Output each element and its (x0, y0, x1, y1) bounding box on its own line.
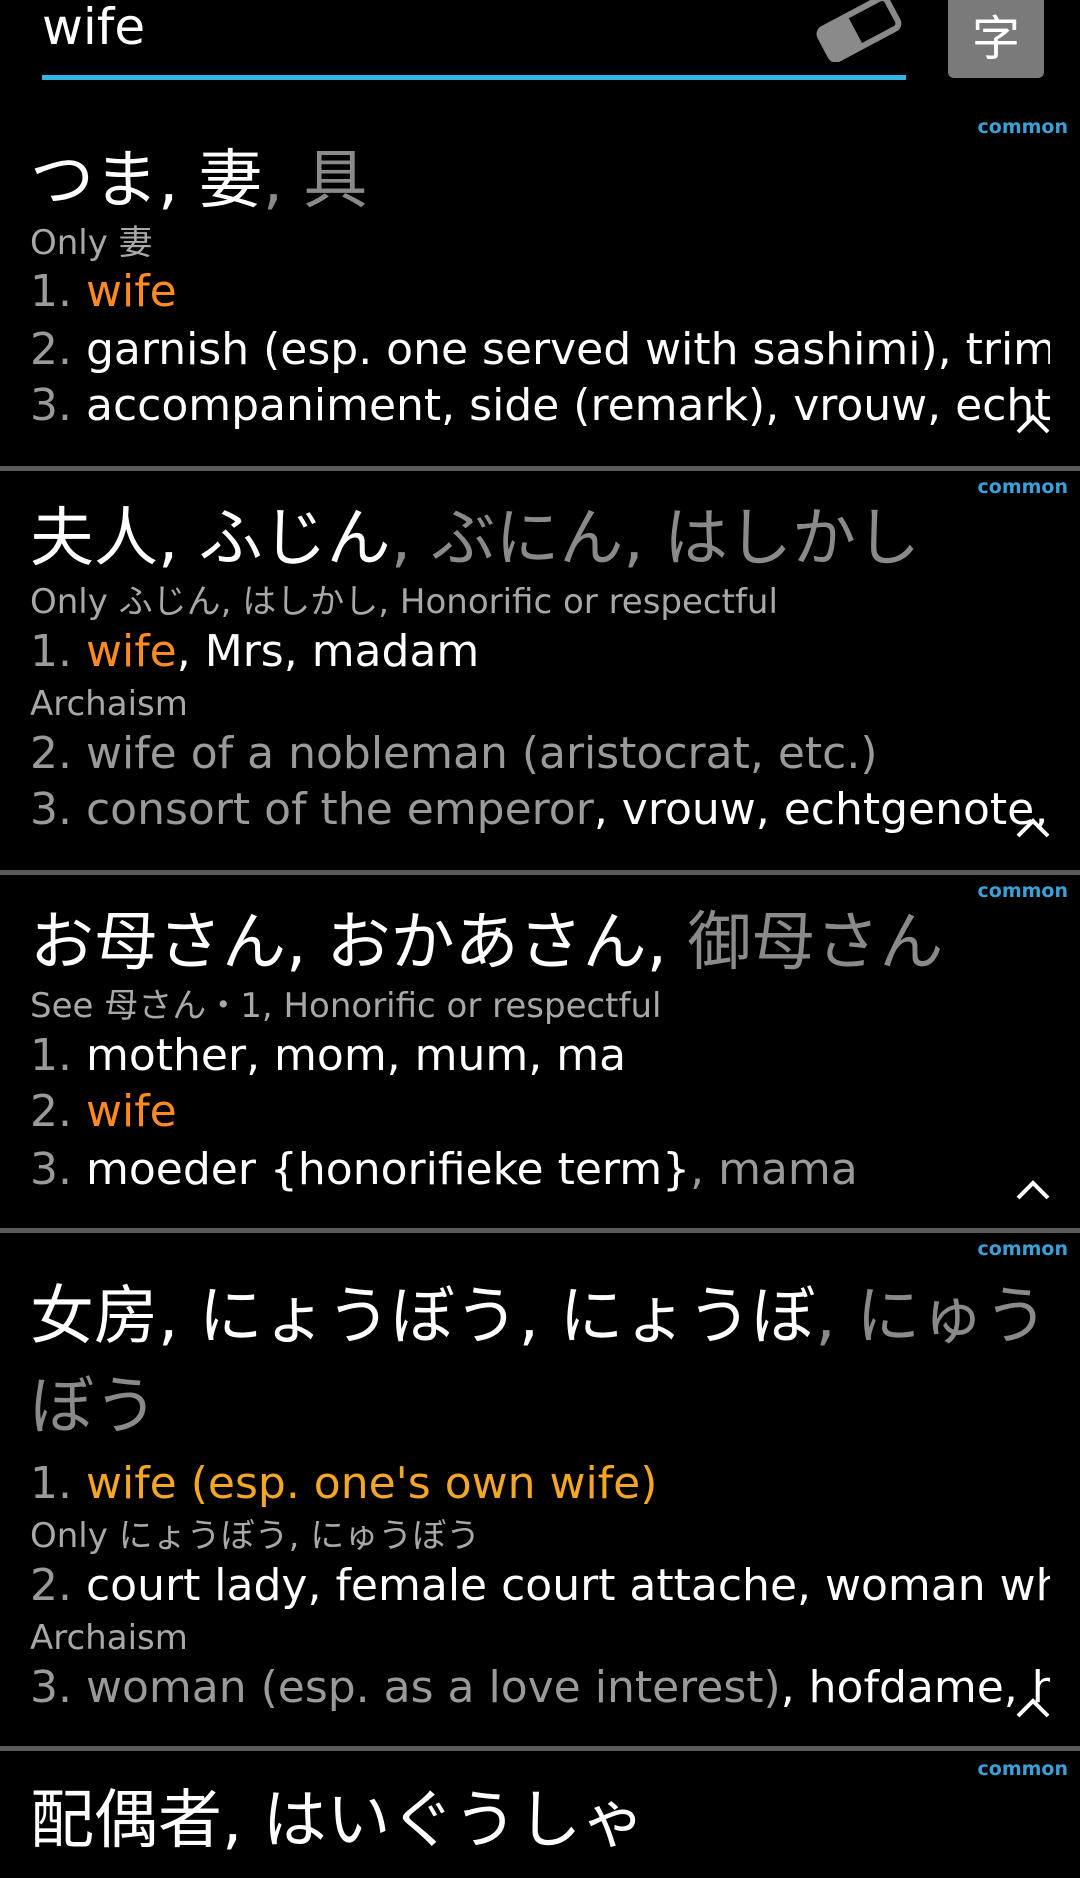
search-input[interactable] (42, 0, 902, 62)
sense-2: 2. wife (30, 1086, 177, 1137)
search-underline (42, 75, 906, 80)
sense-2: 2. garnish (esp. one served with sashimi… (30, 324, 1050, 375)
entry-note: Only にょうぼう, にゅうぼう (30, 1516, 481, 1556)
sense-1: 1. wife (30, 266, 177, 317)
search-bar: 字 (0, 0, 1080, 110)
entry-note: See 母さん・1, Honorific or respectful (30, 986, 662, 1026)
sense-3: 3. woman (esp. as a love interest), hofd… (30, 1662, 1050, 1713)
entry-divider (0, 466, 1080, 471)
sense-1: 1. mother, mom, mum, ma (30, 1030, 627, 1081)
common-badge: common (977, 1238, 1069, 1260)
entry-headword: 配偶者, はいぐうしゃ (30, 1784, 646, 1858)
sense-1: 1. wife, Mrs, madam (30, 626, 480, 677)
sense-3: 3. accompaniment, side (remark), vrouw, … (30, 380, 1050, 431)
collapse-icon[interactable] (1010, 408, 1056, 438)
entry-note: Only 妻 (30, 223, 153, 263)
common-badge: common (977, 1758, 1069, 1780)
eraser-icon[interactable] (812, 0, 904, 62)
entry-headword: お母さん, おかあさん, 御母さん (30, 906, 944, 980)
entry-note: Only ふじん, はしかし, Honorific or respectful (30, 582, 778, 622)
sense-1: 1. wife (esp. one's own wife) (30, 1458, 658, 1509)
sense-3: 3. moeder {honorifieke term}, mama (30, 1144, 858, 1195)
sense-2: 2. wife of a nobleman (aristocrat, etc.) (30, 728, 878, 779)
entry-headword: 夫人, ふじん, ぶにん, はしかし (30, 502, 921, 576)
collapse-icon[interactable] (1010, 1174, 1056, 1204)
common-badge: common (977, 116, 1069, 138)
kanji-search-button[interactable]: 字 (948, 0, 1044, 78)
sense-2: 2. court lady, female court attache, wom… (30, 1560, 1050, 1611)
archaism-label: Archaism (30, 1618, 188, 1658)
entry-divider (0, 870, 1080, 875)
common-badge: common (977, 880, 1069, 902)
common-badge: common (977, 476, 1069, 498)
collapse-icon[interactable] (1010, 812, 1056, 842)
entry-divider (0, 1746, 1080, 1751)
entry-divider (0, 1228, 1080, 1233)
entry-headword: 女房, にょうぼう, にょうぼ, にゅうぼう (30, 1280, 1049, 1444)
collapse-icon[interactable] (1010, 1692, 1056, 1722)
sense-3: 3. consort of the emperor, vrouw, echtge… (30, 784, 1050, 835)
entry-headword: つま, 妻, 具 (30, 144, 368, 218)
archaism-label: Archaism (30, 684, 188, 724)
